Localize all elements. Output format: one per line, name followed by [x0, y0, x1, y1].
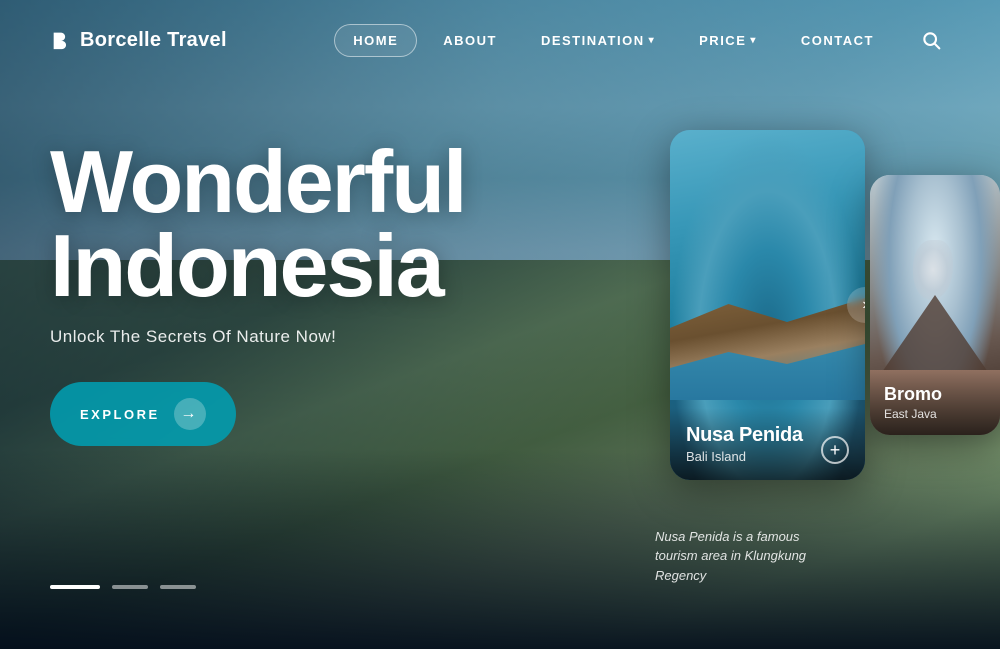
pagination-dot-3[interactable]: [160, 585, 196, 589]
bromo-sub: East Java: [884, 407, 986, 421]
card-description-area: Nusa Penida is a famous tourism area in …: [645, 511, 825, 586]
price-dropdown-icon: ▾: [750, 35, 757, 46]
search-button[interactable]: [912, 21, 950, 59]
b-icon: [50, 29, 72, 51]
nav-item-home[interactable]: HOME: [334, 24, 417, 57]
bromo-name: Bromo: [884, 384, 986, 405]
nav-links: HOME ABOUT DESTINATION ▾ PRICE ▾ CONTACT: [334, 24, 892, 57]
logo-icon: [50, 29, 72, 51]
nav-item-about[interactable]: ABOUT: [425, 25, 515, 56]
explore-button[interactable]: EXPLORE →: [50, 382, 236, 446]
card-bromo-info: Bromo East Java: [870, 370, 1000, 435]
cards-area: Nusa Penida Bali Island + › Bromo East J…: [630, 130, 1000, 650]
nusa-penida-description: Nusa Penida is a famous tourism area in …: [645, 527, 825, 586]
hero-subtitle: Unlock The Secrets Of Nature Now!: [50, 327, 465, 347]
explore-arrow-icon: →: [174, 398, 206, 430]
nusa-penida-add-button[interactable]: +: [821, 436, 849, 464]
logo[interactable]: Borcelle Travel: [50, 29, 227, 52]
card-nusa-penida: Nusa Penida Bali Island + ›: [670, 130, 865, 480]
card-bromo: Bromo East Java: [870, 175, 1000, 435]
nav-item-price[interactable]: PRICE ▾: [681, 25, 775, 56]
volcano-shape: [880, 295, 990, 375]
destination-dropdown-icon: ▾: [649, 35, 656, 46]
brand-name: Borcelle Travel: [80, 29, 227, 52]
pagination-dot-2[interactable]: [112, 585, 148, 589]
explore-label: EXPLORE: [80, 407, 160, 422]
nav-item-contact[interactable]: CONTACT: [783, 25, 892, 56]
hero-title: Wonderful Indonesia: [50, 140, 465, 307]
pagination-dot-1[interactable]: [50, 585, 100, 589]
navbar: Borcelle Travel HOME ABOUT DESTINATION ▾…: [0, 0, 1000, 80]
pagination: [50, 585, 196, 589]
hero-title-line2: Indonesia: [50, 216, 443, 315]
hero-content: Wonderful Indonesia Unlock The Secrets O…: [50, 140, 465, 446]
search-icon: [921, 30, 941, 50]
nav-item-destination[interactable]: DESTINATION ▾: [523, 25, 673, 56]
card-row: Nusa Penida Bali Island + › Bromo East J…: [670, 130, 1000, 480]
